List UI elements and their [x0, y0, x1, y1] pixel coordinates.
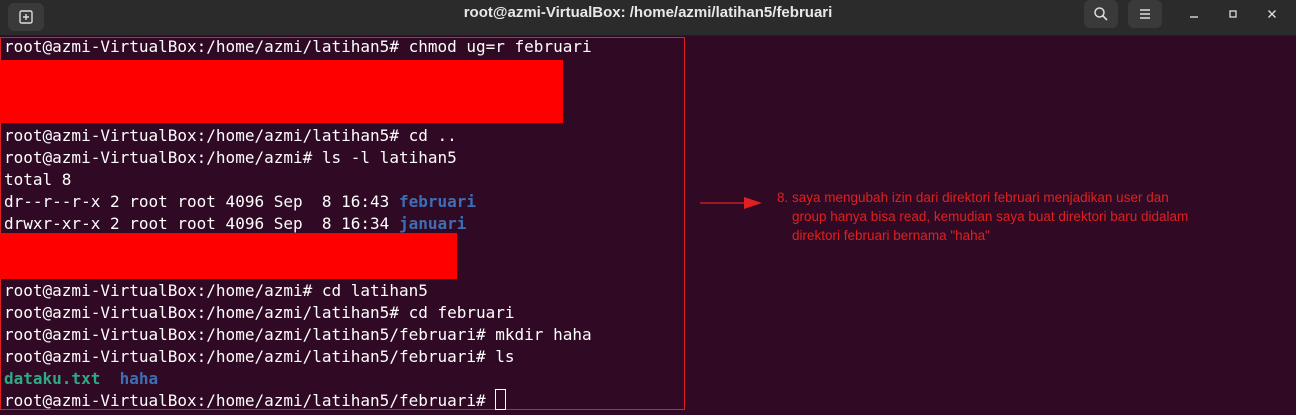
hamburger-menu-icon: [1140, 9, 1150, 19]
terminal-area[interactable]: root@azmi-VirtualBox:/home/azmi/latihan5…: [0, 36, 1296, 415]
maximize-icon: [1229, 10, 1237, 18]
redacted-block: [0, 233, 457, 279]
directory-name: januari: [398, 214, 467, 233]
terminal-line: root@azmi-VirtualBox:/home/azmi/latihan5…: [4, 347, 515, 366]
terminal-line: dataku.txt haha: [4, 368, 158, 390]
text-cursor: [495, 389, 507, 410]
annotation-line: group hanya bisa read, kemudian saya bua…: [792, 209, 1189, 224]
close-button[interactable]: [1260, 2, 1284, 26]
terminal-line: dr--r--r-x 2 root root 4096 Sep 8 16:43 …: [4, 191, 476, 213]
arrow-right-icon: [700, 197, 762, 209]
annotation-note: 8. saya mengubah izin dari direktori feb…: [777, 188, 1296, 245]
terminal-line: total 8: [4, 170, 72, 189]
title-bar: root@azmi-VirtualBox: /home/azmi/latihan…: [0, 0, 1296, 36]
annotation-line: 8. saya mengubah izin dari direktori feb…: [777, 190, 1169, 205]
terminal-line: root@azmi-VirtualBox:/home/azmi# ls -l l…: [4, 148, 457, 167]
terminal-line: root@azmi-VirtualBox:/home/azmi/latihan5…: [4, 325, 592, 344]
maximize-button[interactable]: [1221, 2, 1245, 26]
prompt-text: root@azmi-VirtualBox:/home/azmi/latihan5…: [4, 391, 496, 410]
search-icon: [1094, 7, 1108, 21]
close-icon: [1268, 10, 1276, 18]
terminal-line: root@azmi-VirtualBox:/home/azmi# cd lati…: [4, 281, 428, 300]
minimize-button[interactable]: [1182, 2, 1206, 26]
minimize-icon: [1190, 16, 1198, 18]
terminal-line: root@azmi-VirtualBox:/home/azmi/latihan5…: [4, 303, 515, 322]
terminal-prompt-line[interactable]: root@azmi-VirtualBox:/home/azmi/latihan5…: [4, 389, 507, 411]
directory-name: haha: [119, 369, 159, 388]
terminal-window: root@azmi-VirtualBox: /home/azmi/latihan…: [0, 0, 1296, 415]
new-tab-button[interactable]: [8, 3, 44, 31]
annotation-line: direktori februari bernama "haha": [792, 228, 990, 243]
redacted-block: [0, 60, 563, 123]
directory-name: februari: [398, 192, 477, 211]
terminal-line: drwxr-xr-x 2 root root 4096 Sep 8 16:34 …: [4, 213, 466, 235]
search-button[interactable]: [1084, 0, 1118, 28]
terminal-line: root@azmi-VirtualBox:/home/azmi/latihan5…: [4, 37, 592, 56]
new-tab-icon: [19, 10, 33, 24]
permission-text: dr--r--r-x 2 root root 4096 Sep 8 16:43: [4, 192, 399, 211]
permission-text: drwxr-xr-x 2 root root 4096 Sep 8 16:34: [4, 214, 399, 233]
file-name: dataku.txt: [4, 369, 101, 388]
terminal-line: root@azmi-VirtualBox:/home/azmi/latihan5…: [4, 126, 457, 145]
menu-button[interactable]: [1128, 0, 1162, 28]
